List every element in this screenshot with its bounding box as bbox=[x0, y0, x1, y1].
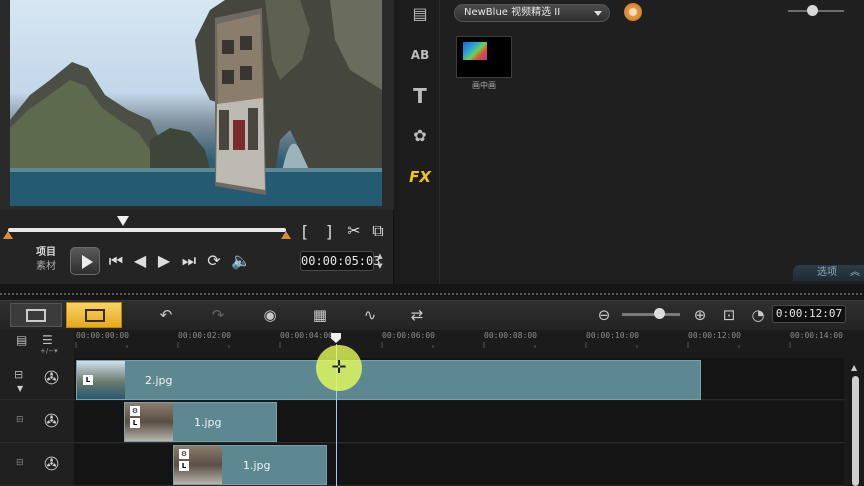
preview-image bbox=[10, 0, 382, 206]
lock-aspect-icon: L bbox=[179, 461, 189, 471]
clock-icon: ◔ bbox=[751, 306, 765, 324]
go-to-start-icon[interactable]: ⏮ bbox=[108, 253, 124, 269]
scrubber-track[interactable] bbox=[8, 228, 286, 232]
filmstrip-icon bbox=[26, 309, 46, 322]
mode-project-label[interactable]: 项目 bbox=[36, 246, 72, 260]
timeline-view-icon bbox=[85, 309, 105, 322]
fit-project-icon[interactable]: ⊡ bbox=[719, 305, 739, 325]
text-t-icon[interactable]: T bbox=[408, 84, 432, 108]
overlay-track-header[interactable]: ⊟ ✇ bbox=[0, 401, 74, 443]
undo-icon[interactable]: ↶ bbox=[156, 305, 176, 325]
ruler-tick-label: 00:00:00:00 bbox=[76, 331, 129, 340]
chevron-up-icon: ︽ bbox=[850, 267, 860, 278]
title-ab-icon[interactable]: AB bbox=[408, 43, 432, 67]
resize-grip[interactable] bbox=[0, 293, 864, 295]
transition-icon[interactable]: ✿ bbox=[408, 124, 432, 148]
project-duration: 0:00:12:07 bbox=[772, 305, 846, 323]
ruler-tick-label: 00:00:02:00 bbox=[178, 331, 231, 340]
thumbnail-size-knob[interactable] bbox=[807, 5, 818, 16]
ruler-tick-label: 00:00:04:00 bbox=[280, 331, 333, 340]
mark-in-button[interactable]: [ bbox=[298, 224, 312, 240]
zoom-slider-knob[interactable] bbox=[654, 308, 665, 319]
clip-name: 2.jpg bbox=[145, 374, 173, 387]
zoom-slider[interactable] bbox=[622, 313, 680, 316]
ruler-tick-label: 00:00:08:00 bbox=[484, 331, 537, 340]
timecode-display[interactable]: 00:00:05:03 bbox=[300, 251, 380, 271]
play-button[interactable] bbox=[70, 247, 100, 275]
add-remove-track-icon[interactable]: +/−▾ bbox=[40, 347, 72, 355]
play-mode-selector[interactable]: 项目 素材 bbox=[36, 246, 72, 274]
ruler-tick-label: 00:00:14:00 bbox=[790, 331, 843, 340]
track-lock-icon[interactable]: ⊟ bbox=[14, 368, 23, 381]
trim-out-marker[interactable] bbox=[281, 231, 291, 239]
mode-clip-label[interactable]: 素材 bbox=[36, 260, 72, 274]
split-clip-icon[interactable]: ✂ bbox=[346, 223, 362, 239]
online-content-icon[interactable] bbox=[624, 3, 642, 21]
preview-canvas bbox=[0, 0, 394, 210]
media-icon[interactable]: ▤ bbox=[408, 2, 432, 26]
scrubber-handle[interactable] bbox=[117, 216, 129, 226]
filter-applied-icon: ⚙ bbox=[130, 406, 140, 416]
previous-frame-icon[interactable]: ◀ bbox=[132, 253, 148, 269]
overlay-track-icon: ✇ bbox=[44, 454, 60, 475]
options-tab[interactable]: 选项 ︽ bbox=[793, 265, 864, 281]
overlay-track-header[interactable]: ⊟ ✇ bbox=[0, 444, 74, 486]
fx-icon[interactable]: FX bbox=[408, 165, 432, 189]
filter-category-dropdown[interactable]: NewBlue 视频精选 II bbox=[454, 4, 610, 22]
track-manager-icon[interactable]: ▤ bbox=[16, 333, 36, 347]
track-lock-icon[interactable]: ⊟ bbox=[16, 415, 24, 425]
ruler-tick-label: 00:00:12:00 bbox=[688, 331, 741, 340]
redo-icon[interactable]: ↷ bbox=[208, 305, 228, 325]
lock-aspect-icon: L bbox=[83, 375, 93, 385]
mark-out-button[interactable]: ] bbox=[322, 224, 336, 240]
panel-divider[interactable] bbox=[0, 284, 864, 300]
enlarge-preview-icon[interactable]: ⧉ bbox=[370, 223, 386, 239]
chapter-list-icon[interactable]: ☰ bbox=[42, 333, 62, 347]
trim-in-marker[interactable] bbox=[3, 231, 13, 239]
ruler-tick-label: 00:00:06:00 bbox=[382, 331, 435, 340]
scrollbar-thumb[interactable] bbox=[852, 376, 859, 486]
track-lock-icon[interactable]: ⊟ bbox=[16, 458, 24, 468]
filter-applied-icon: ⚙ bbox=[179, 449, 189, 459]
repeat-icon[interactable]: ⟳ bbox=[206, 253, 222, 269]
overlay-track-icon: ✇ bbox=[44, 411, 60, 432]
timeline-clip[interactable]: L 2.jpg bbox=[76, 360, 701, 400]
video-track-header[interactable]: ⊟ ▼ ✇ bbox=[0, 358, 74, 400]
overlay-track-2[interactable]: ⚙ L 1.jpg bbox=[74, 444, 844, 486]
next-frame-icon[interactable]: ▶ bbox=[156, 253, 172, 269]
overlay-track-1[interactable]: ⚙ L 1.jpg bbox=[74, 401, 844, 443]
go-to-end-icon[interactable]: ⏭ bbox=[181, 253, 197, 269]
options-label: 选项 bbox=[817, 267, 837, 278]
filter-thumbnail-preview bbox=[463, 42, 487, 60]
timeline-clip[interactable]: ⚙ L 1.jpg bbox=[173, 445, 327, 485]
landscape-illustration bbox=[10, 0, 382, 206]
lock-aspect-icon: L bbox=[130, 418, 140, 428]
volume-icon[interactable]: 🔈 bbox=[231, 253, 251, 269]
timeline-view-button[interactable] bbox=[66, 302, 122, 328]
filter-thumbnail-label: 画中画 bbox=[472, 81, 496, 90]
storyboard-view-button[interactable] bbox=[10, 303, 62, 327]
audio-wave-icon[interactable]: ∿ bbox=[360, 305, 380, 325]
auto-music-icon[interactable]: ⇄ bbox=[407, 305, 427, 325]
crosshair-cursor-icon: ✛ bbox=[331, 357, 347, 378]
timeline-clip[interactable]: ⚙ L 1.jpg bbox=[124, 402, 277, 442]
mixer-icon[interactable]: ▦ bbox=[310, 305, 330, 325]
scroll-up-icon[interactable]: ▲ bbox=[851, 363, 857, 372]
record-capture-icon[interactable]: ◉ bbox=[260, 305, 280, 325]
ruler-tick-label: 00:00:10:00 bbox=[586, 331, 639, 340]
video-track-icon: ✇ bbox=[44, 368, 60, 389]
zoom-out-icon[interactable]: ⊖ bbox=[594, 305, 614, 325]
clip-name: 1.jpg bbox=[243, 459, 271, 472]
clip-name: 1.jpg bbox=[194, 416, 222, 429]
timecode-spinner[interactable]: ▲ ▼ bbox=[375, 251, 385, 271]
zoom-in-icon[interactable]: ⊕ bbox=[690, 305, 710, 325]
track-expand-icon[interactable]: ▼ bbox=[17, 384, 23, 393]
video-track[interactable]: L 2.jpg bbox=[74, 358, 844, 400]
